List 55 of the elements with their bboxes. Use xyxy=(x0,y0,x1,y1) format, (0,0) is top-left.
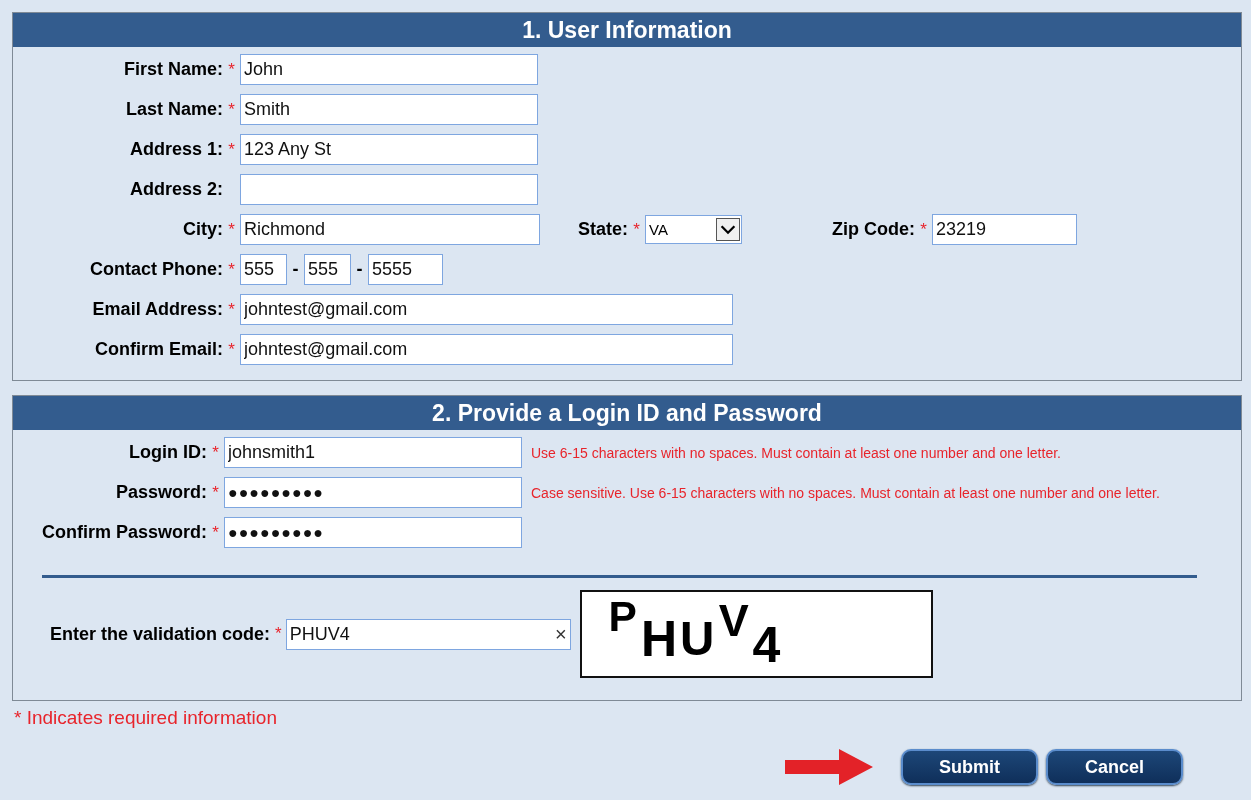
required-mark: * xyxy=(919,219,928,240)
password-field[interactable]: ●●●●●●●●● xyxy=(224,477,522,508)
field-label: Address 1: xyxy=(128,139,223,160)
hint-text: Use 6-15 characters with no spaces. Must contain at least one number and one letter. xyxy=(531,444,1061,461)
field-label: Confirm Email: xyxy=(94,339,223,360)
cancel-button[interactable]: Cancel xyxy=(1046,749,1183,785)
required-mark: * xyxy=(211,442,220,463)
state-dropdown[interactable]: VA xyxy=(645,215,742,244)
required-mark: * xyxy=(227,219,236,240)
field-label: Contact Phone: xyxy=(89,259,223,280)
email-field[interactable]: johntest@gmail.com xyxy=(240,334,733,365)
hint-text: Case sensitive. Use 6-15 characters with no spaces. Must contain at least one number and one letter. xyxy=(531,484,1160,501)
required-mark: * xyxy=(227,259,236,280)
phone-field[interactable]: 5555 xyxy=(368,254,443,285)
field-label: Address 2: xyxy=(128,179,223,200)
dash-separator: - xyxy=(291,259,300,280)
field-label: Last Name: xyxy=(124,99,223,120)
required-mark: * xyxy=(632,219,641,240)
field-label: State: xyxy=(578,219,628,240)
field-label: Enter the validation code: xyxy=(50,623,271,645)
field-label: Zip Code: xyxy=(832,219,915,240)
field-label: Confirm Password: xyxy=(40,522,207,543)
field-label: Password: xyxy=(114,482,207,503)
section-header: 2. Provide a Login ID and Password xyxy=(13,396,1241,430)
phone-field[interactable]: 555 xyxy=(304,254,351,285)
clear-button[interactable]: × xyxy=(555,622,567,646)
field-label: Email Address: xyxy=(91,299,223,320)
required-mark: * xyxy=(227,59,236,80)
password-field[interactable]: ●●●●●●●●● xyxy=(224,517,522,548)
field-label: First Name: xyxy=(122,59,223,80)
required-mark: * xyxy=(227,299,236,320)
text-field[interactable]: johnsmith1 xyxy=(224,437,522,468)
field-label: City: xyxy=(182,219,223,240)
text-field[interactable]: John xyxy=(240,54,538,85)
text-field[interactable]: Richmond xyxy=(240,214,540,245)
submit-button[interactable]: Submit xyxy=(901,749,1038,785)
text-field[interactable]: Smith xyxy=(240,94,538,125)
code-field[interactable]: PHUV4 × xyxy=(285,618,571,650)
required-mark: * xyxy=(211,482,220,503)
arrow-icon xyxy=(785,749,873,785)
text-field[interactable] xyxy=(240,174,538,205)
required-mark: * xyxy=(211,522,220,543)
phone-field[interactable]: 555 xyxy=(240,254,287,285)
required-mark: * xyxy=(275,624,282,644)
field-label: Login ID: xyxy=(128,442,207,463)
required-note: * Indicates required information xyxy=(14,707,277,729)
text-field[interactable]: 123 Any St xyxy=(240,134,538,165)
required-mark: * xyxy=(227,339,236,360)
required-mark: * xyxy=(227,99,236,120)
text-field[interactable]: 23219 xyxy=(932,214,1077,245)
dash-separator: - xyxy=(355,259,364,280)
required-mark: * xyxy=(227,139,236,160)
chevron-down-icon xyxy=(716,218,740,241)
email-field[interactable]: johntest@gmail.com xyxy=(240,294,733,325)
section-header: 1. User Information xyxy=(13,13,1241,47)
